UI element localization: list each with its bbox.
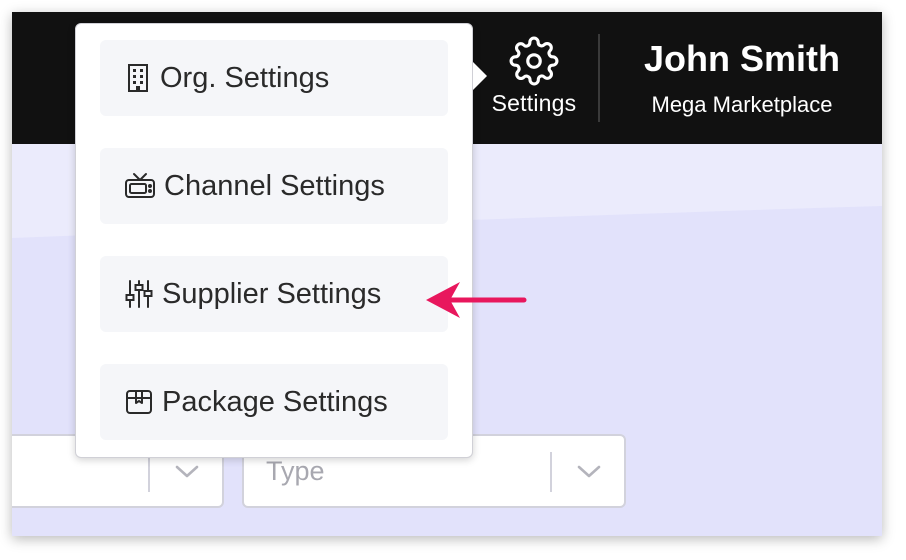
type-placeholder: Type	[266, 456, 325, 486]
menu-item-label: Channel Settings	[164, 169, 385, 202]
select-separator	[148, 452, 150, 492]
menu-item-package-settings[interactable]: Package Settings	[100, 364, 448, 440]
menu-item-label: Org. Settings	[160, 61, 330, 94]
menu-item-supplier-settings[interactable]: Supplier Settings	[100, 256, 448, 332]
building-icon	[128, 64, 148, 92]
menu-item-label: Supplier Settings	[162, 277, 382, 310]
tv-icon	[125, 173, 155, 198]
select-separator	[550, 452, 552, 492]
menu-item-channel-settings[interactable]: Channel Settings	[100, 148, 448, 224]
menu-item-org-settings[interactable]: Org. Settings	[100, 40, 448, 116]
settings-button[interactable]: Settings	[484, 34, 584, 124]
sliders-icon	[125, 280, 153, 308]
gear-icon	[509, 36, 559, 86]
user-name: John Smith	[644, 38, 840, 79]
menu-item-label: Package Settings	[162, 385, 388, 418]
package-icon	[126, 390, 152, 414]
header-divider	[598, 34, 600, 122]
org-name: Mega Marketplace	[651, 92, 833, 117]
settings-label: Settings	[491, 90, 577, 116]
menu-pointer	[473, 62, 487, 90]
annotation-arrow	[426, 282, 527, 318]
chevron-down-icon	[175, 465, 199, 478]
chevron-down-icon	[577, 465, 601, 478]
user-account[interactable]: John Smith Mega Marketplace	[622, 38, 862, 118]
